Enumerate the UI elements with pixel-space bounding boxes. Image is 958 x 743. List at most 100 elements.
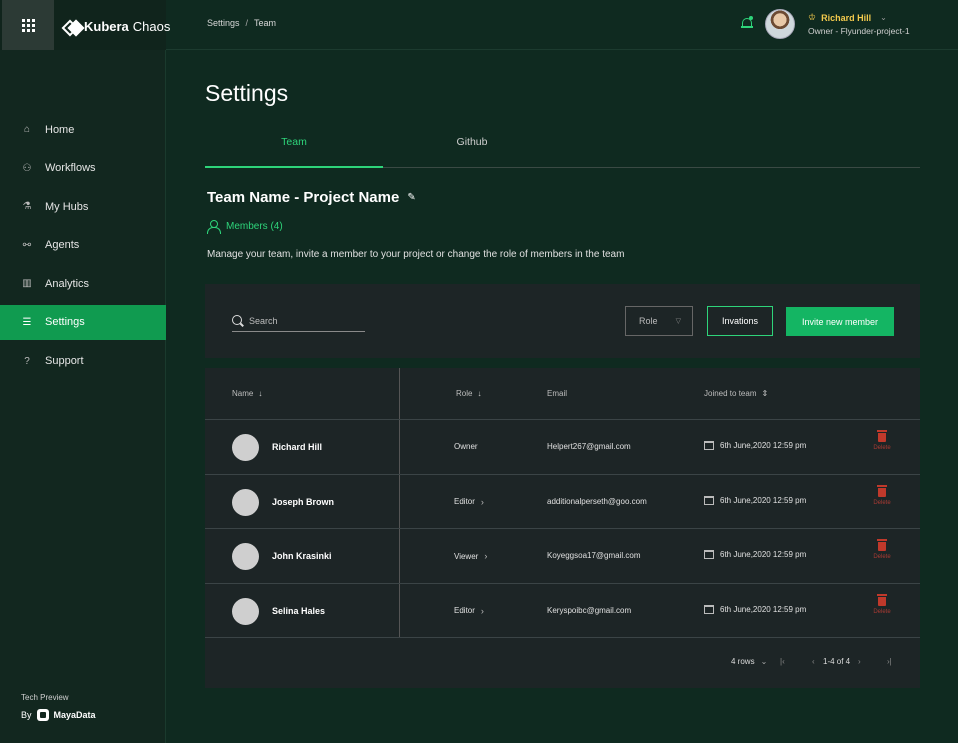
last-page-icon[interactable]: ›| xyxy=(887,657,892,666)
user-role: Owner - Flyunder-project-1 xyxy=(808,26,910,36)
sidebar-item-workflows[interactable]: ⚇ Workflows xyxy=(0,151,166,186)
delete-label: Delete xyxy=(873,608,891,615)
chevron-down-icon: ▽ xyxy=(675,318,681,325)
member-role-label: Editor xyxy=(454,497,475,506)
delete-member-button[interactable]: Delete xyxy=(867,539,897,560)
member-joined-date: 6th June,2020 12:59 pm xyxy=(720,604,807,614)
sidebar-nav: ⌂ Home ⚇ Workflows ⚗ My Hubs ⚯ Agents ▥ … xyxy=(0,112,166,382)
main-content: Settings Team Github Team Name - Project… xyxy=(166,50,958,743)
tab-team[interactable]: Team xyxy=(205,133,383,168)
tab-github[interactable]: Github xyxy=(383,133,561,168)
rows-per-page-label: 4 rows xyxy=(731,657,755,666)
role-header-label: Role xyxy=(456,389,473,398)
first-page-icon[interactable]: |‹ xyxy=(780,657,785,666)
joined-column-header[interactable]: Joined to team ⇕ xyxy=(704,389,768,398)
member-role-dropdown[interactable]: Editor › xyxy=(454,497,484,507)
member-email: Koyeggsoa17@gmail.com xyxy=(547,551,641,560)
analytics-icon: ▥ xyxy=(22,278,32,290)
trash-icon xyxy=(877,484,887,497)
user-menu[interactable]: ♔ Richard Hill ⌄ xyxy=(808,12,887,23)
table-row: John Krasinki Viewer › Koyeggsoa17@gmail.… xyxy=(205,529,920,584)
chevron-down-icon: ⌄ xyxy=(760,657,768,666)
chevron-right-icon: › xyxy=(480,605,484,616)
sort-toggle-icon: ⇕ xyxy=(761,389,769,398)
notification-bell-icon[interactable] xyxy=(741,16,753,30)
delete-label: Delete xyxy=(873,554,891,560)
sidebar: Kubera Chaos ⌂ Home ⚇ Workflows ⚗ My Hubs… xyxy=(0,0,170,743)
workflows-icon: ⚇ xyxy=(22,162,32,174)
member-joined-date: 6th June,2020 12:59 pm xyxy=(720,495,807,505)
delete-member-button[interactable]: Delete xyxy=(867,593,897,615)
app-grid-button[interactable] xyxy=(2,0,54,50)
sliders-icon: ☰ xyxy=(22,316,32,328)
role-column-header[interactable]: Role ↓ xyxy=(456,389,481,398)
brand-bar: Kubera Chaos xyxy=(0,0,170,50)
sidebar-item-support[interactable]: ? Support xyxy=(0,344,166,379)
member-name: Selina Hales xyxy=(272,605,326,616)
pagination: 4 rows ⌄ |‹ ‹ 1-4 of 4 › ›| xyxy=(205,648,920,676)
kubera-logo-icon xyxy=(64,21,80,33)
delete-label: Delete xyxy=(873,445,891,451)
home-icon: ⌂ xyxy=(23,124,31,135)
role-filter-select[interactable]: Role ▽ xyxy=(625,306,693,336)
member-name: Richard Hill xyxy=(272,442,323,452)
member-joined: 6th June,2020 12:59 pm xyxy=(704,441,806,450)
search-input[interactable] xyxy=(249,315,359,326)
sidebar-item-label: My Hubs xyxy=(45,200,89,213)
avatar[interactable] xyxy=(765,9,795,39)
name-column-header[interactable]: Name ↓ xyxy=(232,389,262,398)
sidebar-item-settings[interactable]: ☰ Settings xyxy=(0,304,166,340)
member-email: Keryspoibc@gmail.com xyxy=(547,605,632,615)
next-page-icon[interactable]: › xyxy=(858,657,861,666)
flask-icon: ⚗ xyxy=(22,201,32,213)
sidebar-item-label: Settings xyxy=(45,316,85,329)
table-row: Joseph Brown Editor › additionalperseth@g… xyxy=(205,475,920,529)
invitations-button[interactable]: Invations xyxy=(707,306,773,336)
role-filter-label: Role xyxy=(639,316,658,326)
tech-preview-label: Tech Preview xyxy=(21,693,69,702)
members-label: Members (4) xyxy=(226,221,283,232)
logo-name-light: Chaos xyxy=(132,19,171,34)
calendar-icon xyxy=(704,550,714,559)
person-icon xyxy=(207,220,221,234)
invite-new-member-button[interactable]: Invite new member xyxy=(786,307,894,336)
email-header-label: Email xyxy=(547,389,568,398)
delete-member-button[interactable]: Delete xyxy=(867,430,897,451)
sidebar-item-analytics[interactable]: ▥ Analytics xyxy=(0,266,166,301)
member-role-label: Owner xyxy=(454,442,478,451)
email-column-header: Email xyxy=(547,389,567,398)
calendar-icon xyxy=(704,441,714,450)
edit-pencil-icon[interactable]: ✎ xyxy=(407,192,415,203)
calendar-icon xyxy=(704,495,714,505)
team-description: Manage your team, invite a member to you… xyxy=(207,249,625,260)
team-title: Team Name - Project Name ✎ xyxy=(207,189,416,206)
sort-arrow-down-icon: ↓ xyxy=(477,389,482,398)
member-email: additionalperseth@goo.com xyxy=(547,496,647,506)
member-role-dropdown[interactable]: Viewer › xyxy=(454,551,487,561)
members-table: Name ↓ Role ↓ Email Joined to team ⇕ Ric… xyxy=(205,368,920,688)
table-row: Richard Hill Owner Helpert267@gmail.com … xyxy=(205,420,920,475)
member-role-label: Editor xyxy=(454,606,475,615)
rows-per-page-select[interactable]: 4 rows ⌄ xyxy=(731,657,767,666)
delete-member-button[interactable]: Delete xyxy=(867,484,897,506)
breadcrumb-settings[interactable]: Settings xyxy=(207,18,240,28)
name-header-label: Name xyxy=(232,389,254,398)
sidebar-item-label: Agents xyxy=(45,239,80,252)
member-joined-date: 6th June,2020 12:59 pm xyxy=(720,550,807,559)
member-name: John Krasinki xyxy=(272,551,332,561)
table-header: Name ↓ Role ↓ Email Joined to team ⇕ xyxy=(205,368,920,420)
logo[interactable]: Kubera Chaos xyxy=(64,19,170,34)
sidebar-item-my-hubs[interactable]: ⚗ My Hubs xyxy=(0,189,166,224)
member-role-dropdown[interactable]: Editor › xyxy=(454,606,484,616)
previous-page-icon[interactable]: ‹ xyxy=(812,657,815,666)
member-role-label: Viewer xyxy=(454,551,479,561)
sidebar-item-label: Analytics xyxy=(45,277,90,290)
member-role: Owner xyxy=(454,442,478,451)
chevron-right-icon: › xyxy=(484,551,488,561)
sidebar-item-agents[interactable]: ⚯ Agents xyxy=(0,228,166,263)
sidebar-item-label: Support xyxy=(45,355,84,368)
calendar-icon xyxy=(704,604,714,614)
trash-icon xyxy=(877,539,887,551)
sidebar-item-home[interactable]: ⌂ Home xyxy=(0,112,166,147)
member-joined: 6th June,2020 12:59 pm xyxy=(704,495,807,505)
